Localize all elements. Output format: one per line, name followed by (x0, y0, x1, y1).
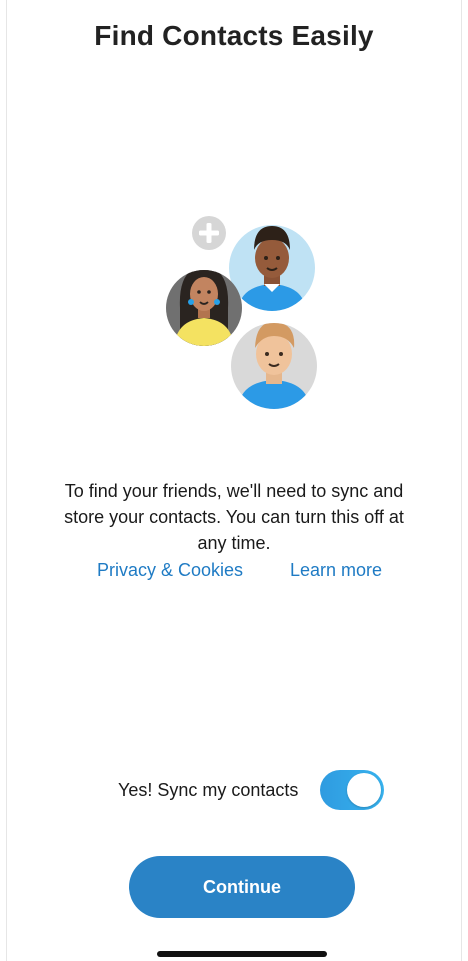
sync-contacts-row: Yes! Sync my contacts (0, 770, 468, 810)
sync-contacts-toggle[interactable] (320, 770, 384, 810)
learn-more-link[interactable]: Learn more (290, 560, 382, 581)
person-avatar-icon (231, 323, 317, 409)
contacts-illustration (160, 208, 324, 414)
home-indicator (157, 951, 327, 957)
page-title: Find Contacts Easily (94, 20, 374, 51)
continue-button[interactable]: Continue (129, 856, 355, 918)
sync-description: To find your friends, we'll need to sync… (64, 481, 404, 553)
person-avatar-icon (229, 225, 315, 311)
toggle-knob (347, 773, 381, 807)
sync-contacts-label: Yes! Sync my contacts (118, 780, 299, 800)
add-contact-icon (192, 216, 226, 250)
privacy-cookies-link[interactable]: Privacy & Cookies (97, 560, 243, 581)
